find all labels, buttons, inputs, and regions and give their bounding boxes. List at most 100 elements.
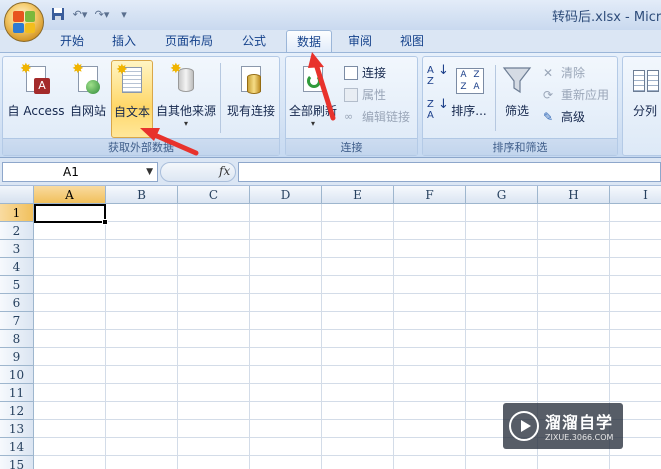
text-file-icon: ✸: [116, 63, 148, 99]
window-title: 转码后.xlsx - Micr: [552, 10, 661, 25]
gridline: [34, 383, 661, 384]
column-header[interactable]: D: [250, 186, 322, 204]
gridline: [34, 329, 661, 330]
select-all-corner[interactable]: [0, 186, 34, 204]
edit-links-button[interactable]: ∞ 编辑链接: [342, 107, 410, 127]
advanced-filter-button[interactable]: ✎ 高级: [541, 107, 585, 127]
row-header[interactable]: 9: [0, 348, 34, 366]
gridline: [34, 221, 661, 222]
undo-icon: ↶▾: [72, 7, 88, 21]
column-header[interactable]: A: [34, 186, 106, 204]
column-header[interactable]: G: [466, 186, 538, 204]
tab-data[interactable]: 数据: [286, 30, 332, 52]
office-button[interactable]: [4, 2, 44, 42]
gridline: [321, 204, 322, 469]
row-header[interactable]: 3: [0, 240, 34, 258]
advanced-filter-icon: ✎: [543, 110, 554, 124]
row-header[interactable]: 15: [0, 456, 34, 469]
access-icon: ✸ A: [20, 62, 52, 98]
tab-review[interactable]: 审阅: [340, 30, 380, 52]
gridline: [393, 204, 394, 469]
divider: [495, 65, 496, 131]
row-header[interactable]: 5: [0, 276, 34, 294]
gridline: [465, 204, 466, 469]
sort-descending-button[interactable]: Z A ↓: [427, 98, 449, 125]
tab-view[interactable]: 视图: [390, 30, 434, 52]
connections-button[interactable]: 连接: [342, 63, 386, 83]
gridline: [249, 204, 250, 469]
title-bar: ↶▾ ↷▾ ▾ 转码后.xlsx - Micr: [0, 0, 661, 30]
row-header[interactable]: 11: [0, 384, 34, 402]
from-text-button[interactable]: ✸ 自文本: [111, 60, 153, 138]
tab-page-layout[interactable]: 页面布局: [158, 30, 220, 52]
from-access-button[interactable]: ✸ A 自 Access: [5, 60, 67, 132]
formula-bar: A1 ▼ fx: [0, 158, 661, 186]
gridline: [177, 204, 178, 469]
from-other-sources-button[interactable]: ✸ 自其他来源 ▾: [155, 60, 217, 132]
row-header[interactable]: 8: [0, 330, 34, 348]
text-to-columns-button[interactable]: 分列: [625, 60, 661, 132]
from-web-button[interactable]: ✸ 自网站: [67, 60, 109, 132]
gridline: [34, 455, 661, 456]
dropdown-icon: ▾: [183, 119, 188, 128]
row-header[interactable]: 12: [0, 402, 34, 420]
row-header[interactable]: 4: [0, 258, 34, 276]
gridline: [34, 365, 661, 366]
sort-button[interactable]: AZZA 排序...: [449, 60, 489, 132]
dropdown-icon: ▾: [310, 119, 315, 128]
row-header[interactable]: 14: [0, 438, 34, 456]
active-cell[interactable]: [34, 204, 108, 225]
column-header[interactable]: E: [322, 186, 394, 204]
divider: [220, 63, 221, 133]
sort-ascending-button[interactable]: A Z ↓: [427, 63, 449, 91]
dropdown-icon: ▾: [121, 7, 127, 21]
clear-button[interactable]: ✕ 清除: [541, 63, 585, 83]
reapply-icon: ⟳: [543, 88, 554, 102]
row-header[interactable]: 2: [0, 222, 34, 240]
refresh-icon: [297, 62, 329, 98]
column-header[interactable]: I: [610, 186, 661, 204]
other-sources-icon: ✸: [170, 62, 202, 98]
fill-handle[interactable]: [102, 219, 108, 225]
gridline: [34, 275, 661, 276]
ribbon: ✸ A 自 Access ✸ 自网站 ✸ 自文本 ✸ 自其他来源 ▾ 现有连接 …: [0, 52, 661, 158]
row-header[interactable]: 1: [0, 204, 34, 222]
arrow-down-icon: ↓: [438, 63, 449, 78]
row-header[interactable]: 6: [0, 294, 34, 312]
column-header[interactable]: B: [106, 186, 178, 204]
reapply-button[interactable]: ⟳ 重新应用: [541, 85, 609, 105]
connections-icon: [344, 66, 358, 80]
tab-formulas[interactable]: 公式: [232, 30, 276, 52]
row-header[interactable]: 10: [0, 366, 34, 384]
group-label-external-data: 获取外部数据: [3, 138, 279, 155]
gridline: [34, 401, 661, 402]
save-button[interactable]: [48, 5, 68, 23]
tab-home[interactable]: 开始: [50, 30, 94, 52]
row-header[interactable]: 13: [0, 420, 34, 438]
undo-button[interactable]: ↶▾: [70, 5, 90, 23]
column-header[interactable]: C: [178, 186, 250, 204]
filter-button[interactable]: 筛选: [499, 60, 535, 132]
tab-insert[interactable]: 插入: [102, 30, 146, 52]
column-header[interactable]: F: [394, 186, 466, 204]
column-header[interactable]: H: [538, 186, 610, 204]
group-label-sort-filter: 排序和筛选: [423, 138, 617, 155]
sort-dialog-icon: AZZA: [453, 62, 485, 98]
ribbon-tabs: 开始 插入 页面布局 公式 数据 审阅 视图: [0, 30, 661, 52]
dropdown-icon: ▼: [146, 167, 153, 177]
refresh-all-button[interactable]: 全部刷新 ▾: [288, 60, 338, 132]
formula-input[interactable]: [238, 162, 661, 182]
insert-function-button[interactable]: fx: [219, 164, 230, 178]
watermark: 溜溜自学 ZIXUE.3066.COM: [503, 403, 623, 449]
quick-access-toolbar: ↶▾ ↷▾ ▾: [48, 4, 134, 24]
existing-connections-button[interactable]: 现有连接: [223, 60, 279, 132]
customize-qat-button[interactable]: ▾: [114, 5, 134, 23]
gridline: [34, 293, 661, 294]
row-header[interactable]: 7: [0, 312, 34, 330]
name-box[interactable]: A1 ▼: [2, 162, 158, 182]
properties-button[interactable]: 属性: [342, 85, 386, 105]
link-icon: ∞: [344, 110, 354, 123]
redo-button[interactable]: ↷▾: [92, 5, 112, 23]
group-connections: 全部刷新 ▾ 连接 属性 ∞ 编辑链接 连接: [285, 56, 418, 156]
properties-icon: [344, 88, 358, 102]
